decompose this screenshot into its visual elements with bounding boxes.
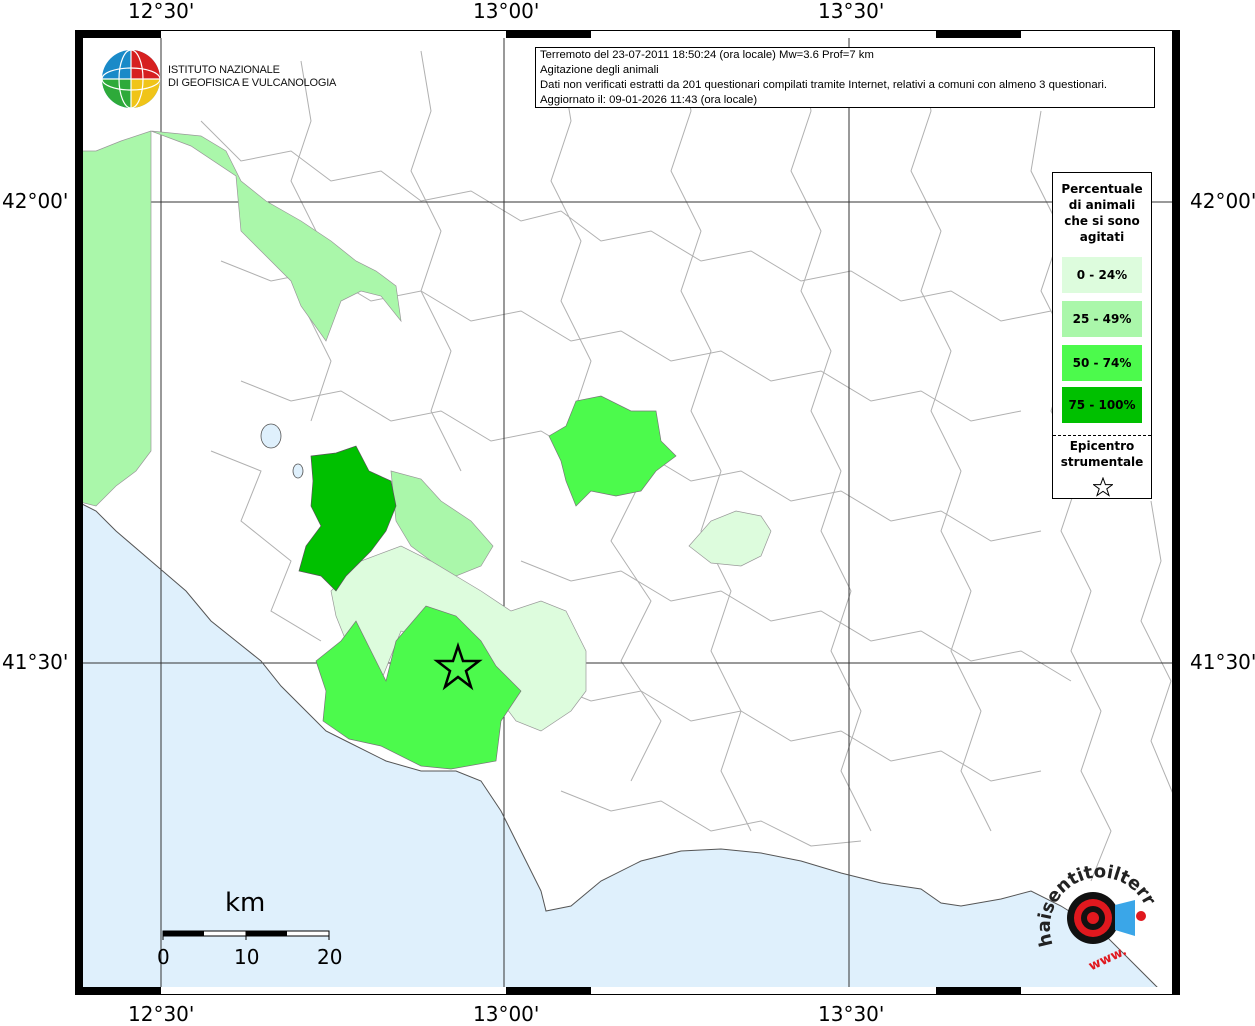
legend-title: Percentuale di animali che si sono agita… [1053,181,1151,245]
lat-tick-left-4200: 42°00' [2,189,69,213]
region-0-24-east [688,510,772,567]
frame-edge-top [76,31,1179,38]
lake-albano [260,423,282,449]
ingv-name-line1: ISTITUTO NAZIONALE [168,64,280,76]
legend-star-icon [1093,477,1113,497]
ingv-name-line2: DI GEOFISICA E VULCANOLOGIA [168,77,337,89]
lat-tick-left-4130: 41°30' [2,650,69,674]
legend-class-50-74: 50 - 74% [1062,345,1142,381]
frame-edge-right [1172,31,1179,994]
data-note: Dati non verificati estratti da 201 ques… [540,79,1108,91]
legend: Percentuale di animali che si sono agita… [1052,172,1152,499]
haisentitoilterremoto-logo: haisentitoilterremoto.it www. [1026,834,1165,980]
lon-tick-bottom-1330: 13°30' [818,1002,885,1026]
event-info-box: Terremoto del 23-07-2011 18:50:24 (ora l… [535,47,1155,108]
legend-class-25-49: 25 - 49% [1062,301,1142,337]
frame-edge-bottom [76,987,1179,994]
ingv-name: ISTITUTO NAZIONALE DI GEOFISICA E VULCAN… [168,64,336,90]
legend-title-line3: che si sono [1064,214,1140,228]
legend-class-0-24: 0 - 24% [1062,257,1142,293]
ingv-globe-icon [101,49,161,109]
legend-epicenter-label: Epicentro strumentale [1053,438,1151,470]
legend-title-line1: Percentuale [1061,182,1143,196]
haisentito-target-icon: haisentitoilterremoto.it www. [1026,834,1160,975]
legend-separator [1053,435,1151,436]
lon-tick-bottom-1230: 12°30' [128,1002,195,1026]
legend-class-75-100: 75 - 100% [1062,387,1142,423]
frame-edge-left [76,31,83,994]
lat-tick-right-4200: 42°00' [1190,189,1255,213]
lake-nemi [292,463,304,479]
update-time: Aggiornato il: 09-01-2026 11:43 (ora loc… [540,94,758,106]
scale-bar: km 0 10 20 [155,888,355,978]
scale-label-20: 20 [317,945,343,969]
lat-tick-right-4130: 41°30' [1190,650,1255,674]
scale-label-10: 10 [234,945,260,969]
legend-epicenter-line2: strumentale [1060,455,1144,469]
lon-tick-top-1300: 13°00' [473,0,540,23]
map-svg [76,31,1179,994]
map-subject: Agitazione degli animali [540,64,659,76]
lon-tick-bottom-1300: 13°00' [473,1002,540,1026]
legend-epicenter-line1: Epicentro [1069,439,1135,453]
scale-unit: km [225,888,266,918]
map-area[interactable] [75,30,1180,995]
haisentito-url-prefix: www. [1086,944,1129,975]
scale-label-0: 0 [157,945,170,969]
lon-tick-top-1330: 13°30' [818,0,885,23]
legend-title-line2: di animali [1068,198,1136,212]
event-title: Terremoto del 23-07-2011 18:50:24 (ora l… [540,49,874,61]
region-50-74-east [548,395,677,507]
lon-tick-top-1230: 12°30' [128,0,195,23]
legend-title-line4: agitati [1079,230,1125,244]
